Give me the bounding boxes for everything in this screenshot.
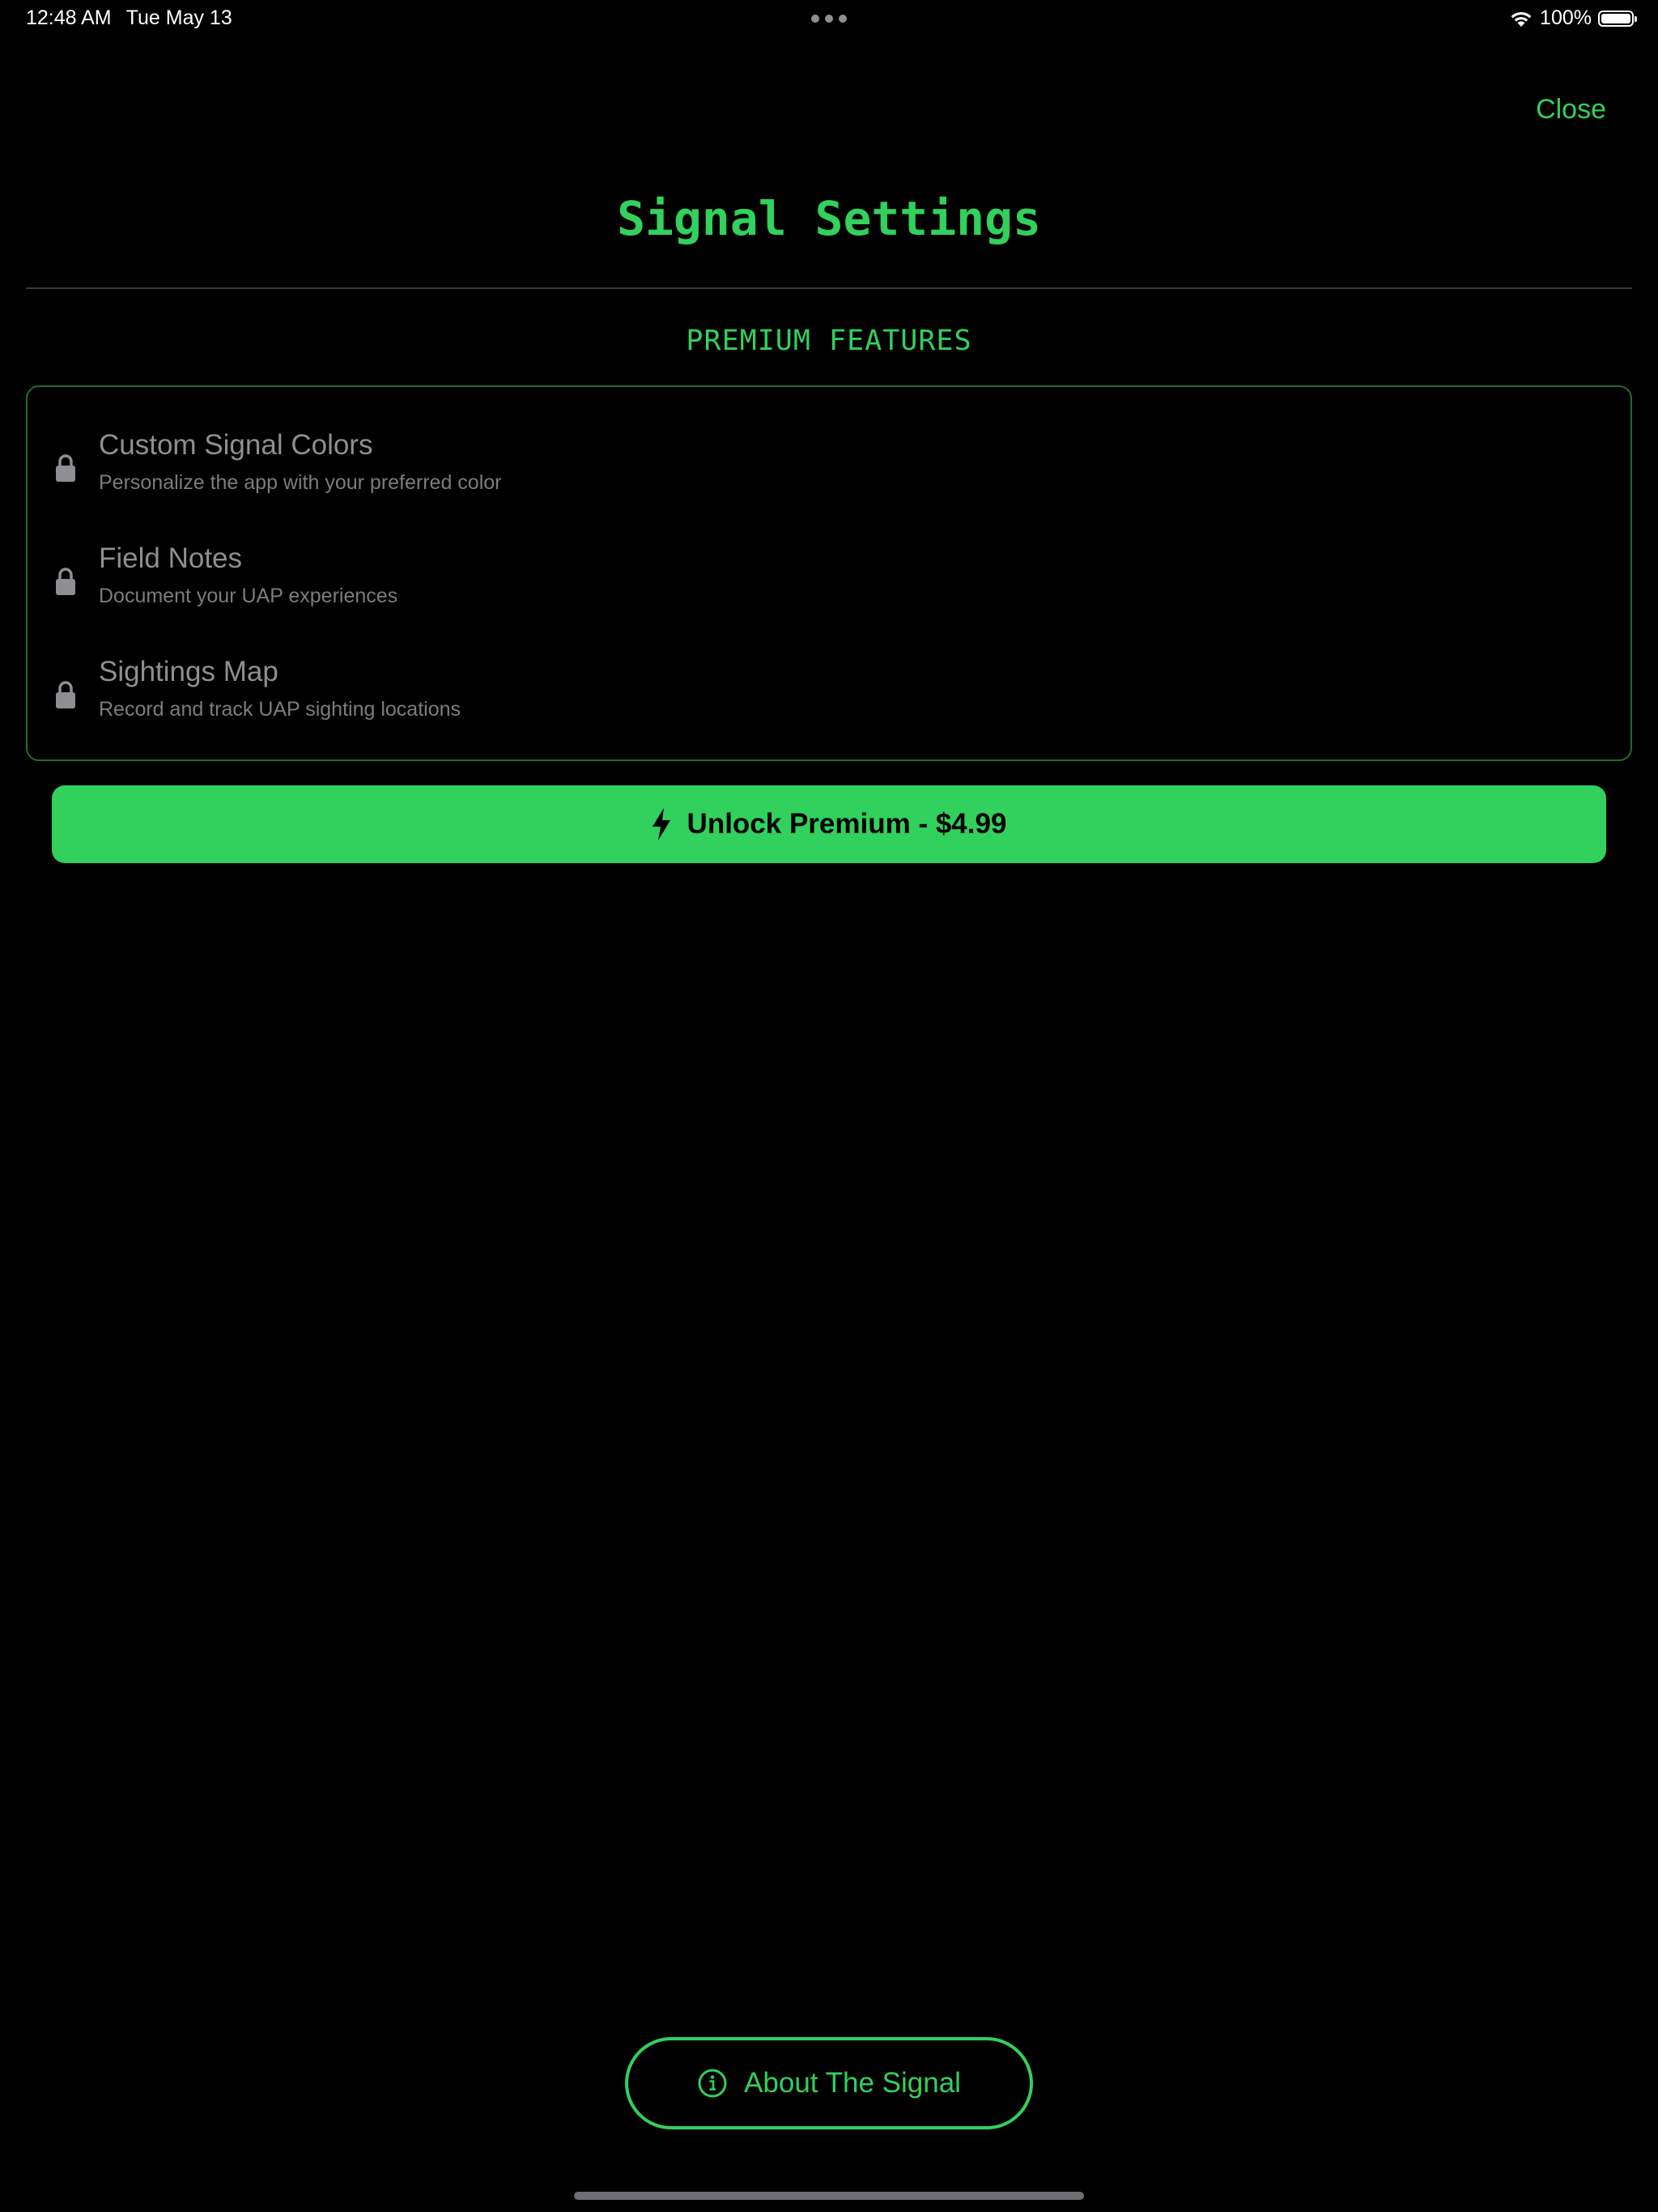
unlock-premium-label: Unlock Premium - $4.99 bbox=[687, 808, 1007, 840]
status-bar-time: 12:48 AM Tue May 13 bbox=[26, 6, 247, 30]
feature-description: Personalize the app with your preferred … bbox=[99, 471, 502, 494]
feature-title: Sightings Map bbox=[99, 656, 278, 687]
battery-percent: 100% bbox=[1540, 6, 1592, 29]
close-button[interactable]: Close bbox=[1536, 94, 1606, 125]
section-title-premium: PREMIUM FEATURES bbox=[686, 325, 972, 357]
wifi-icon bbox=[1511, 11, 1532, 27]
header-divider bbox=[26, 287, 1632, 289]
feature-description: Document your UAP experiences bbox=[99, 585, 398, 607]
home-indicator[interactable] bbox=[574, 2192, 1084, 2200]
feature-sightings-map: Sightings Map Record and track UAP sight… bbox=[28, 656, 1630, 745]
status-date: Tue May 13 bbox=[125, 6, 232, 29]
feature-title: Field Notes bbox=[99, 542, 243, 574]
unlock-premium-button[interactable]: Unlock Premium - $4.99 bbox=[52, 785, 1606, 863]
lock-icon bbox=[56, 454, 75, 482]
lock-icon bbox=[56, 681, 75, 708]
feature-custom-signal-colors: Custom Signal Colors Personalize the app… bbox=[28, 429, 1630, 518]
multitasking-dots-icon[interactable] bbox=[811, 15, 847, 23]
feature-title: Custom Signal Colors bbox=[99, 429, 373, 461]
status-time: 12:48 AM bbox=[26, 6, 112, 29]
info-icon bbox=[698, 2069, 727, 2098]
bolt-icon bbox=[652, 808, 670, 840]
lock-icon bbox=[56, 568, 75, 595]
about-the-signal-button[interactable]: About The Signal bbox=[625, 2037, 1033, 2129]
page-title: Signal Settings bbox=[617, 191, 1041, 246]
battery-icon bbox=[1598, 10, 1637, 27]
about-the-signal-label: About The Signal bbox=[744, 2067, 961, 2099]
premium-features-card: Custom Signal Colors Personalize the app… bbox=[26, 385, 1632, 761]
status-bar-right: 100% bbox=[1509, 6, 1637, 30]
feature-field-notes: Field Notes Document your UAP experience… bbox=[28, 542, 1630, 632]
feature-description: Record and track UAP sighting locations bbox=[99, 698, 461, 721]
